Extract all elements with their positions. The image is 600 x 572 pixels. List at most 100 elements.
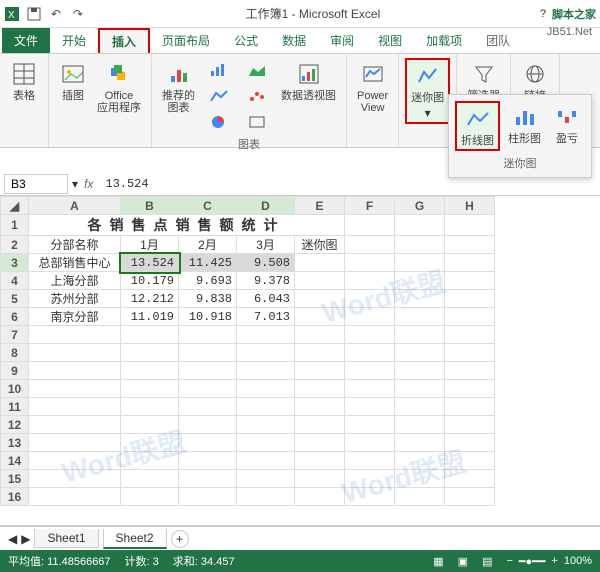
brand-logo: 脚本之家 (552, 6, 596, 22)
cell[interactable]: 9.508 (237, 254, 295, 272)
cell[interactable]: 2月 (179, 236, 237, 254)
image-button[interactable]: 插图 (55, 58, 91, 116)
line-chart-icon[interactable] (201, 84, 237, 108)
view-break-icon[interactable]: ▤ (482, 555, 492, 568)
save-icon[interactable] (26, 6, 42, 22)
sparkline-winloss-button[interactable]: 盈亏 (549, 101, 585, 151)
cell[interactable]: 1月 (121, 236, 179, 254)
col-header[interactable]: F (345, 197, 395, 215)
cell[interactable]: 各销售点销售额统计 (29, 215, 345, 236)
pivot-chart-button[interactable]: 数据透视图 (277, 58, 340, 134)
cell[interactable]: 11.019 (121, 308, 179, 326)
sheet-tabs: ◀ ▶ Sheet1 Sheet2 + (0, 526, 600, 550)
cell[interactable]: 上海分部 (29, 272, 121, 290)
other-chart-icon[interactable] (239, 110, 275, 134)
col-header[interactable]: E (295, 197, 345, 215)
row-header[interactable]: 7 (1, 326, 29, 344)
tab-data[interactable]: 数据 (270, 28, 318, 53)
tab-file[interactable]: 文件 (2, 28, 50, 53)
row-header[interactable]: 13 (1, 434, 29, 452)
view-layout-icon[interactable]: ▣ (458, 555, 468, 568)
cell[interactable]: 10.918 (179, 308, 237, 326)
col-header[interactable]: B (121, 197, 179, 215)
cell[interactable]: 苏州分部 (29, 290, 121, 308)
tab-view[interactable]: 视图 (366, 28, 414, 53)
row-header[interactable]: 11 (1, 398, 29, 416)
fx-icon[interactable]: fx (78, 177, 99, 191)
row-header[interactable]: 10 (1, 380, 29, 398)
sheet-tab-active[interactable]: Sheet2 (103, 529, 167, 549)
brand-sub: JB51.Net (547, 26, 592, 38)
select-all-corner[interactable]: ◢ (1, 197, 29, 215)
bar-chart-icon[interactable] (201, 58, 237, 82)
area-chart-icon[interactable] (239, 58, 275, 82)
row-header[interactable]: 14 (1, 452, 29, 470)
col-header[interactable]: G (395, 197, 445, 215)
image-icon (59, 60, 87, 88)
zoom-slider[interactable]: ━●━━ (519, 555, 546, 568)
help-icon[interactable]: ? (540, 8, 546, 20)
tab-formula[interactable]: 公式 (222, 28, 270, 53)
recommended-charts-button[interactable]: 推荐的 图表 (158, 58, 199, 134)
row-header[interactable]: 4 (1, 272, 29, 290)
col-header[interactable]: D (237, 197, 295, 215)
row-header[interactable]: 12 (1, 416, 29, 434)
sheet-tab[interactable]: Sheet1 (34, 529, 98, 548)
scatter-chart-icon[interactable] (239, 84, 275, 108)
col-header[interactable]: A (29, 197, 121, 215)
status-avg: 11.48566667 (47, 556, 110, 568)
tab-addin[interactable]: 加载项 (414, 28, 474, 53)
tab-home[interactable]: 开始 (50, 28, 98, 53)
undo-icon[interactable]: ↶ (48, 6, 64, 22)
zoom-out-icon[interactable]: − (506, 555, 512, 567)
row-header[interactable]: 16 (1, 488, 29, 506)
sparkline-button[interactable]: 迷你图▾ (405, 58, 450, 124)
cell[interactable]: 9.378 (237, 272, 295, 290)
title-bar: X ↶ ↷ 工作簿1 - Microsoft Excel ? 脚本之家 (0, 0, 600, 28)
cell[interactable]: 11.425 (179, 254, 237, 272)
cell-active[interactable]: 13.524 (121, 254, 179, 272)
row-header[interactable]: 3 (1, 254, 29, 272)
zoom-in-icon[interactable]: + (551, 555, 557, 567)
window-title: 工作簿1 - Microsoft Excel (86, 5, 540, 22)
tab-layout[interactable]: 页面布局 (150, 28, 222, 53)
name-box[interactable] (4, 174, 68, 194)
cell[interactable]: 总部销售中心 (29, 254, 121, 272)
row-header[interactable]: 6 (1, 308, 29, 326)
row-header[interactable]: 5 (1, 290, 29, 308)
cell[interactable]: 6.043 (237, 290, 295, 308)
sparkline-column-button[interactable]: 柱形图 (504, 101, 545, 151)
view-normal-icon[interactable]: ▦ (433, 555, 443, 568)
sheet-nav-prev-icon[interactable]: ◀ (8, 532, 17, 546)
office-apps-button[interactable]: Office 应用程序 (93, 58, 145, 116)
spreadsheet-grid[interactable]: ◢ A B C D E F G H 1各销售点销售额统计 2 分部名称 1月 2… (0, 196, 600, 526)
row-header[interactable]: 1 (1, 215, 29, 236)
tab-team[interactable]: 团队 (474, 28, 522, 53)
redo-icon[interactable]: ↷ (70, 6, 86, 22)
row-header[interactable]: 2 (1, 236, 29, 254)
cell[interactable]: 南京分部 (29, 308, 121, 326)
cell[interactable]: 7.013 (237, 308, 295, 326)
row-header[interactable]: 9 (1, 362, 29, 380)
cell[interactable]: 3月 (237, 236, 295, 254)
cell[interactable]: 分部名称 (29, 236, 121, 254)
col-header[interactable]: H (445, 197, 495, 215)
table-button[interactable]: 表格 (6, 58, 42, 104)
tab-review[interactable]: 审阅 (318, 28, 366, 53)
sheet-nav-next-icon[interactable]: ▶ (21, 532, 30, 546)
status-bar: 平均值: 11.48566667 计数: 3 求和: 34.457 ▦ ▣ ▤ … (0, 550, 600, 572)
cell[interactable]: 12.212 (121, 290, 179, 308)
zoom-level: 100% (564, 555, 592, 567)
col-header[interactable]: C (179, 197, 237, 215)
add-sheet-button[interactable]: + (171, 530, 189, 548)
row-header[interactable]: 15 (1, 470, 29, 488)
cell[interactable]: 10.179 (121, 272, 179, 290)
cell[interactable]: 9.838 (179, 290, 237, 308)
pie-chart-icon[interactable] (201, 110, 237, 134)
cell[interactable]: 9.693 (179, 272, 237, 290)
tab-insert[interactable]: 插入 (98, 28, 150, 53)
sparkline-line-button[interactable]: 折线图 (455, 101, 500, 151)
cell[interactable]: 迷你图 (295, 236, 345, 254)
powerview-button[interactable]: Power View (353, 58, 392, 116)
row-header[interactable]: 8 (1, 344, 29, 362)
